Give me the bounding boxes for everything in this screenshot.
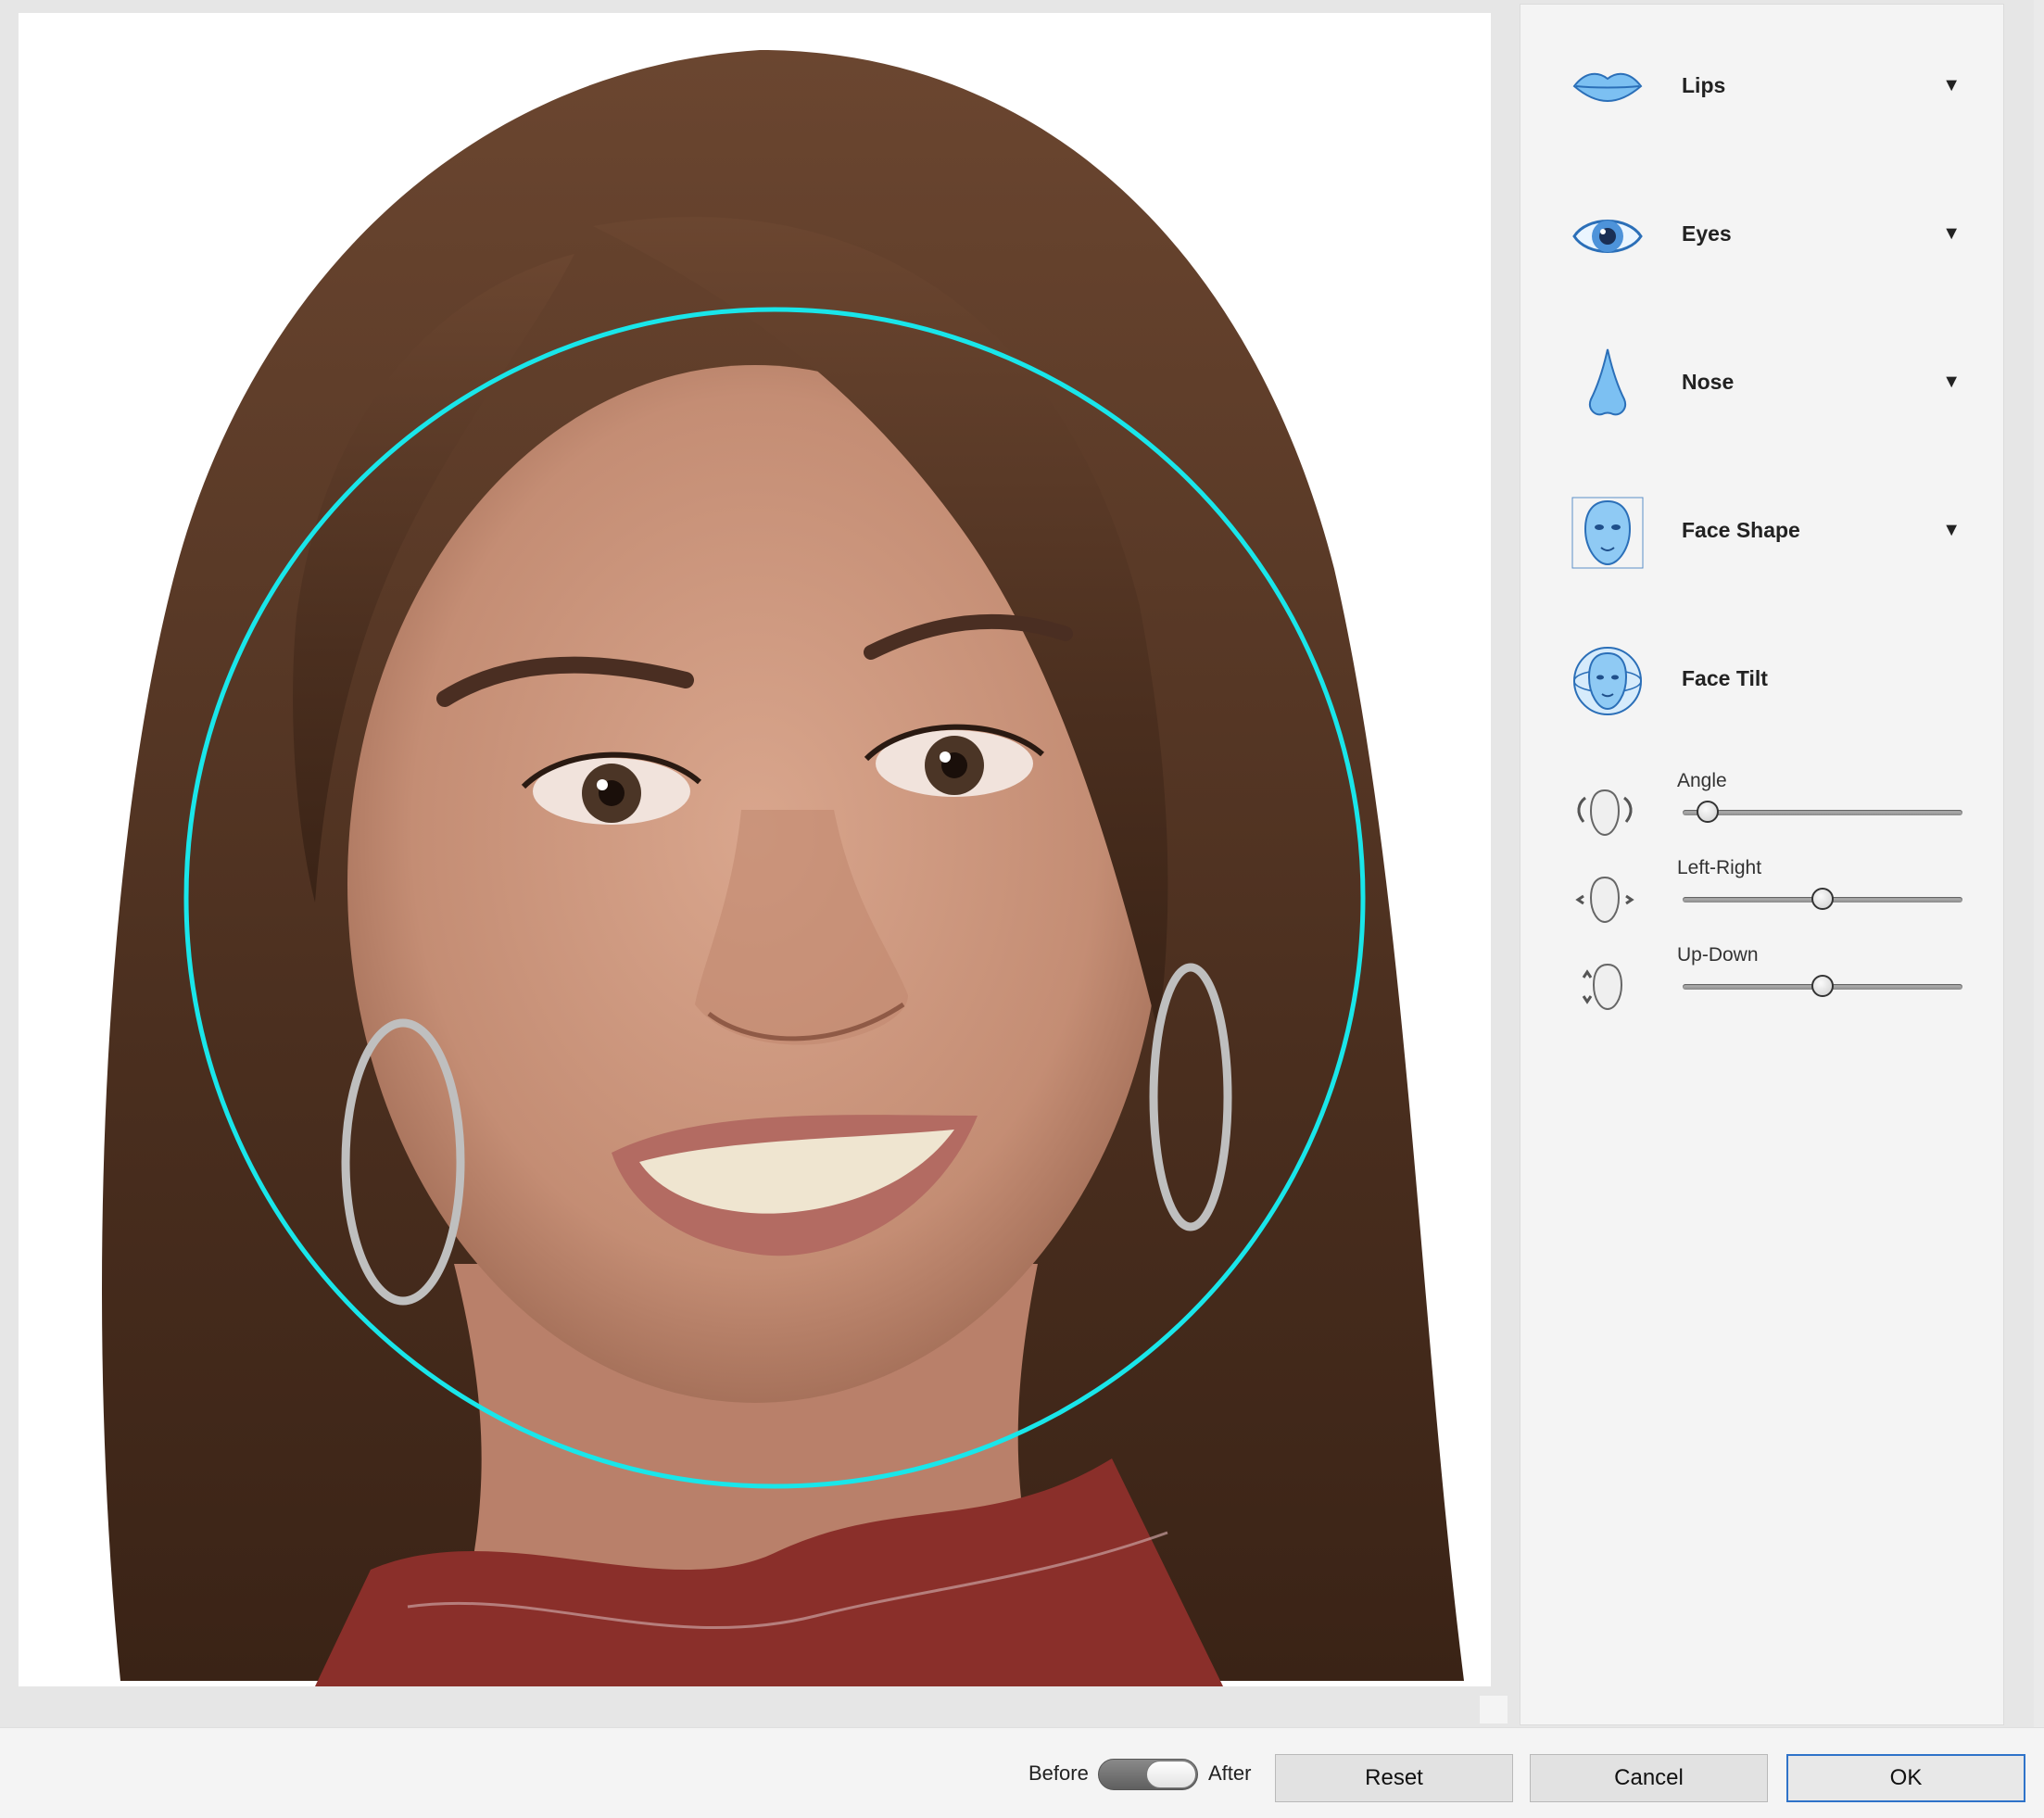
angle-slider-track[interactable] (1683, 801, 1962, 823)
cancel-button[interactable]: Cancel (1530, 1754, 1768, 1802)
section-label: Nose (1682, 370, 1735, 394)
photo-frame[interactable] (19, 13, 1491, 1686)
section-nose[interactable]: Nose ▼ (1520, 329, 2003, 440)
nose-icon (1589, 348, 1626, 416)
slider-angle: Angle (1520, 770, 2003, 853)
section-label: Face Shape (1682, 518, 1800, 542)
angle-rotate-icon (1577, 789, 1633, 837)
expand-caret-icon[interactable]: ▼ (1942, 75, 1961, 96)
reset-button[interactable]: Reset (1275, 1754, 1513, 1802)
slider-up-down: Up-Down (1520, 944, 2003, 1028)
eye-icon (1572, 220, 1643, 253)
expand-caret-icon[interactable]: ▼ (1942, 223, 1961, 245)
up-down-slider-track[interactable] (1683, 975, 1962, 997)
photo-canvas[interactable] (0, 0, 1510, 1727)
angle-slider-thumb[interactable] (1697, 801, 1720, 823)
before-after-toggle[interactable] (1098, 1759, 1198, 1790)
slider-label: Angle (1677, 770, 1727, 791)
after-label: After (1208, 1761, 1252, 1785)
portrait-photo (102, 50, 1464, 1686)
before-label: Before (1028, 1761, 1089, 1785)
section-face-tilt: Face Tilt (1520, 625, 2003, 737)
ok-button[interactable]: OK (1786, 1754, 2025, 1802)
lips-icon (1572, 72, 1643, 103)
panel-edge (2034, 0, 2044, 1727)
expand-caret-icon[interactable]: ▼ (1942, 520, 1961, 541)
section-label: Face Tilt (1682, 666, 1768, 690)
canvas-corner (1480, 1696, 1508, 1723)
section-eyes[interactable]: Eyes ▼ (1520, 181, 2003, 292)
slider-label: Left-Right (1677, 857, 1762, 878)
toggle-knob[interactable] (1146, 1761, 1196, 1788)
section-lips[interactable]: Lips ▼ (1520, 32, 2003, 144)
expand-caret-icon[interactable]: ▼ (1942, 372, 1961, 393)
section-face-shape[interactable]: Face Shape ▼ (1520, 477, 2003, 588)
face-shape-icon (1571, 497, 1644, 569)
left-right-icon (1575, 876, 1634, 924)
up-down-icon (1582, 963, 1623, 1011)
face-tilt-icon (1573, 647, 1642, 715)
liquify-panel: Lips ▼ Eyes ▼ Nose ▼ Face Shape ▼ Face T… (1520, 4, 2004, 1725)
left-right-slider-track[interactable] (1683, 888, 1962, 910)
up-down-slider-thumb[interactable] (1811, 975, 1834, 997)
left-right-slider-thumb[interactable] (1811, 888, 1834, 910)
section-label: Eyes (1682, 221, 1732, 246)
dialog-footer: Before After Reset Cancel OK (0, 1727, 2044, 1818)
slider-label: Up-Down (1677, 944, 1759, 966)
slider-left-right: Left-Right (1520, 857, 2003, 941)
section-label: Lips (1682, 73, 1726, 97)
